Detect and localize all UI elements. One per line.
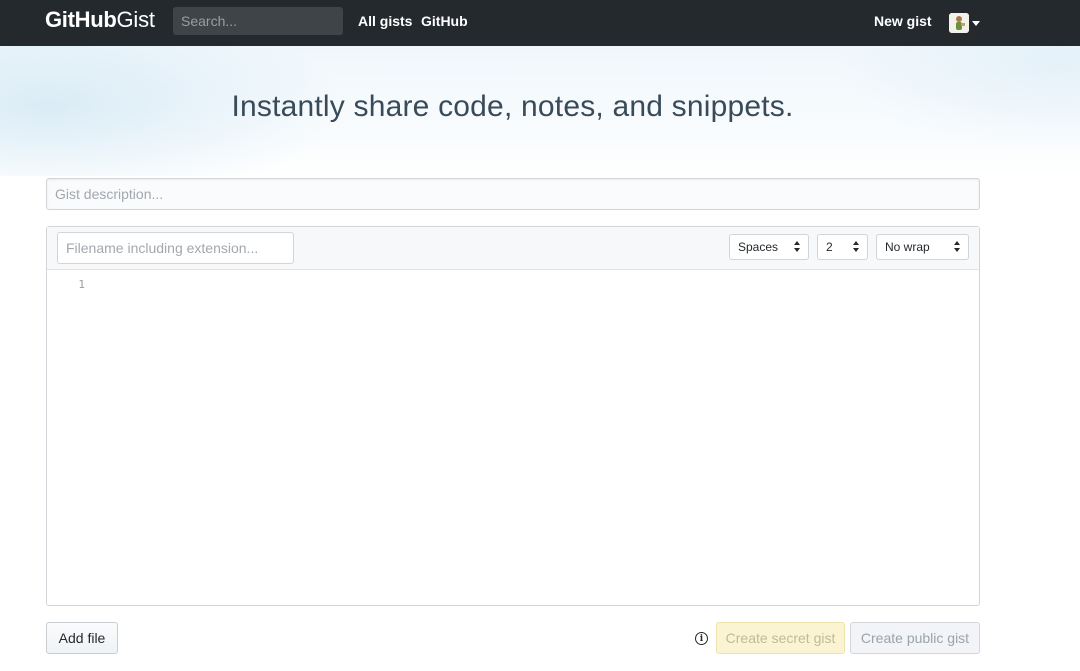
nav-github-link[interactable]: GitHub [421,13,468,29]
create-public-gist-button[interactable]: Create public gist [850,622,980,654]
create-secret-gist-button[interactable]: Create secret gist [716,622,845,654]
indent-mode-value: Spaces [738,240,779,254]
code-editor-textarea[interactable] [97,273,967,593]
file-editor-header: Spaces 2 No wrap [47,227,979,270]
select-arrows-icon [954,241,961,253]
caret-down-icon [972,20,980,26]
indent-size-select[interactable]: 2 [817,234,868,260]
select-arrows-icon [794,241,801,253]
add-file-button[interactable]: Add file [46,622,118,654]
select-arrows-icon [853,241,860,253]
wrap-mode-select[interactable]: No wrap [876,234,969,260]
filename-input[interactable] [57,232,294,264]
avatar-image [949,13,969,33]
logo-github-text: GitHub [45,7,117,32]
gist-description-input[interactable] [46,178,980,210]
new-gist-link[interactable]: New gist [874,13,932,29]
avatar [949,13,969,33]
file-editor: Spaces 2 No wrap 1 [46,226,980,606]
wrap-mode-value: No wrap [885,240,930,254]
indent-mode-select[interactable]: Spaces [729,234,809,260]
github-gist-logo[interactable]: GitHub Gist [45,7,155,37]
hero-banner: Instantly share code, notes, and snippet… [0,46,1080,176]
nav-all-gists-link[interactable]: All gists [358,13,412,29]
user-menu-button[interactable] [949,13,980,33]
logo-gist-text: Gist [116,7,156,32]
info-icon[interactable]: i [695,632,708,645]
search-input[interactable] [173,7,343,35]
indent-size-value: 2 [826,240,833,254]
top-nav-bar: GitHubGist All gists GitHub New gist [0,0,1080,46]
line-number: 1 [78,278,85,291]
page-title: Instantly share code, notes, and snippet… [231,90,794,123]
